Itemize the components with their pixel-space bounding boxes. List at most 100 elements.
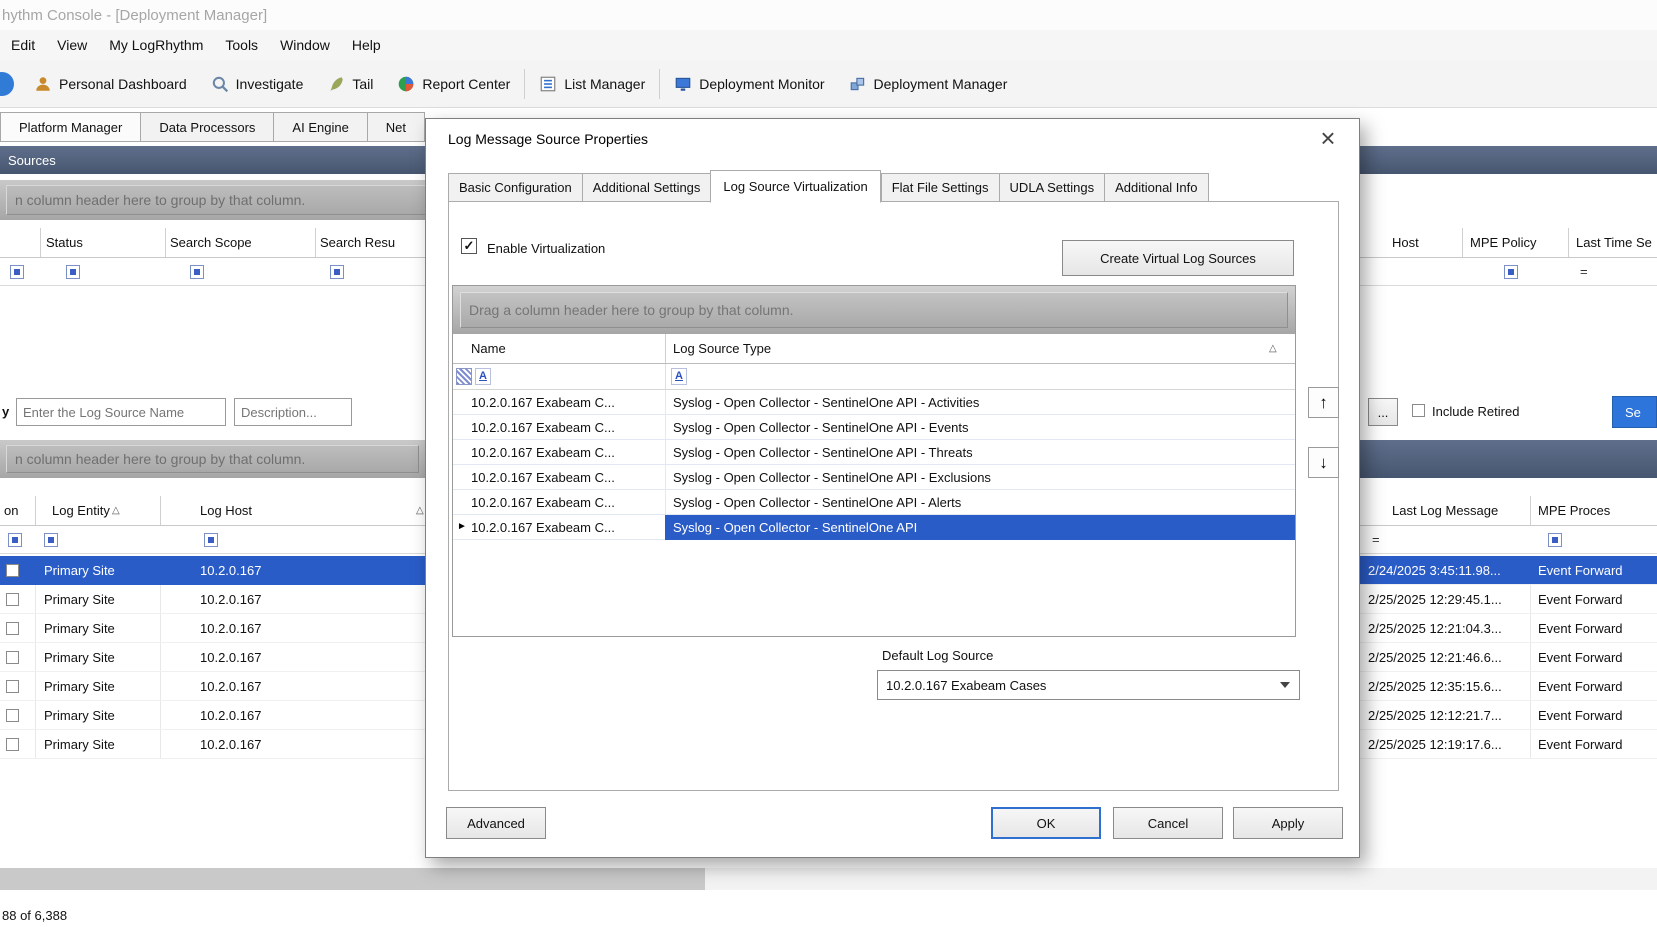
list-manager-button[interactable]: List Manager xyxy=(527,66,657,102)
table-row[interactable]: Primary Site 10.2.0.167 xyxy=(0,585,425,614)
table-row[interactable]: 2/25/2025 12:35:15.6... Event Forward xyxy=(1360,672,1657,701)
text-filter-icon[interactable]: A xyxy=(475,368,491,385)
table-row[interactable]: 2/25/2025 12:21:04.3... Event Forward xyxy=(1360,614,1657,643)
tab-ai-engine[interactable]: AI Engine xyxy=(273,112,366,142)
text-filter-icon[interactable]: A xyxy=(671,368,687,385)
sort-ascending-icon: △ xyxy=(416,505,424,516)
column-header-log-source-type[interactable]: Log Source Type xyxy=(673,341,771,356)
filter-checkbox-icon[interactable] xyxy=(66,265,80,279)
equals-filter-icon[interactable]: = xyxy=(1372,532,1380,547)
column-header-action[interactable]: on xyxy=(4,503,18,518)
column-header-log-host[interactable]: Log Host xyxy=(200,503,252,518)
row-checkbox[interactable] xyxy=(6,680,19,693)
tab-data-processors[interactable]: Data Processors xyxy=(140,112,273,142)
row-checkbox[interactable] xyxy=(6,651,19,664)
table-row[interactable]: 2/25/2025 12:12:21.7... Event Forward xyxy=(1360,701,1657,730)
menu-view[interactable]: View xyxy=(46,30,98,60)
dropdown-button[interactable] xyxy=(1272,672,1298,698)
description-input[interactable] xyxy=(234,398,352,426)
log-source-name-input[interactable] xyxy=(16,398,226,426)
filter-checkbox-icon[interactable] xyxy=(1504,265,1518,279)
column-header-status[interactable]: Status xyxy=(46,235,83,250)
column-header-search-results[interactable]: Search Resu xyxy=(320,235,395,250)
filter-checkbox-icon[interactable] xyxy=(8,533,22,547)
table-row[interactable]: Primary Site 10.2.0.167 xyxy=(0,730,425,759)
tab-flat-file-settings[interactable]: Flat File Settings xyxy=(881,173,999,202)
sort-ascending-icon: △ xyxy=(112,505,120,516)
default-log-source-dropdown[interactable]: 10.2.0.167 Exabeam Cases xyxy=(877,670,1300,700)
tab-log-source-virtualization[interactable]: Log Source Virtualization xyxy=(710,170,880,203)
horizontal-scrollbar-thumb[interactable] xyxy=(0,868,705,890)
virtual-source-row[interactable]: 10.2.0.167 Exabeam C... Syslog - Open Co… xyxy=(453,390,1295,415)
tail-button[interactable]: Tail xyxy=(315,66,385,102)
table-row[interactable]: Primary Site 10.2.0.167 xyxy=(0,614,425,643)
apply-button[interactable]: Apply xyxy=(1233,807,1343,839)
row-checkbox[interactable] xyxy=(6,622,19,635)
column-header-search-scope[interactable]: Search Scope xyxy=(170,235,252,250)
filter-checkbox-icon[interactable] xyxy=(204,533,218,547)
menu-tools[interactable]: Tools xyxy=(214,30,269,60)
filter-checkbox-icon[interactable] xyxy=(330,265,344,279)
row-checkbox[interactable] xyxy=(6,738,19,751)
table-row[interactable]: 2/25/2025 12:19:17.6... Event Forward xyxy=(1360,730,1657,759)
table-row[interactable]: 2/25/2025 12:29:45.1... Event Forward xyxy=(1360,585,1657,614)
tab-additional-settings[interactable]: Additional Settings xyxy=(582,173,711,202)
column-header-name[interactable]: Name xyxy=(471,341,506,356)
tab-additional-info[interactable]: Additional Info xyxy=(1104,173,1208,202)
move-up-button[interactable]: ↑ xyxy=(1308,387,1339,418)
close-icon[interactable]: × xyxy=(1311,121,1345,155)
table-row[interactable]: Primary Site 10.2.0.167 xyxy=(0,643,425,672)
move-down-button[interactable]: ↓ xyxy=(1308,447,1339,478)
filter-checkbox-icon[interactable] xyxy=(10,265,24,279)
virtual-source-row-selected[interactable]: ► 10.2.0.167 Exabeam C... Syslog - Open … xyxy=(453,515,1295,540)
filter-checkbox-icon[interactable] xyxy=(44,533,58,547)
virtual-source-row[interactable]: 10.2.0.167 Exabeam C... Syslog - Open Co… xyxy=(453,465,1295,490)
column-header-last-log-message[interactable]: Last Log Message xyxy=(1392,503,1498,518)
investigate-button[interactable]: Investigate xyxy=(199,66,316,102)
tab-platform-manager[interactable]: Platform Manager xyxy=(0,112,140,142)
row-checkbox[interactable] xyxy=(6,593,19,606)
row-checkbox[interactable] xyxy=(6,564,19,577)
virtual-source-row[interactable]: 10.2.0.167 Exabeam C... Syslog - Open Co… xyxy=(453,440,1295,465)
menu-edit[interactable]: Edit xyxy=(0,30,46,60)
menu-my-logrhythm[interactable]: My LogRhythm xyxy=(98,30,214,60)
table-row[interactable]: 2/24/2025 3:45:11.98... Event Forward xyxy=(1360,556,1657,585)
table-row[interactable]: Primary Site 10.2.0.167 xyxy=(0,556,425,585)
log-entity-cell: Primary Site xyxy=(44,563,115,578)
tab-basic-configuration[interactable]: Basic Configuration xyxy=(448,173,582,202)
group-by-panel-bottom[interactable]: n column header here to group by that co… xyxy=(0,440,425,478)
row-filter-icon[interactable] xyxy=(456,368,472,385)
deployment-monitor-button[interactable]: Deployment Monitor xyxy=(662,66,836,102)
advanced-button[interactable]: Advanced xyxy=(446,807,546,839)
enable-virtualization-checkbox[interactable]: ✓ xyxy=(461,238,477,254)
partial-toolbar-icon[interactable] xyxy=(0,72,14,96)
row-checkbox[interactable] xyxy=(6,709,19,722)
column-header-last-time[interactable]: Last Time Se xyxy=(1576,235,1652,250)
table-row[interactable]: Primary Site 10.2.0.167 xyxy=(0,672,425,701)
deployment-manager-button[interactable]: Deployment Manager xyxy=(837,66,1020,102)
equals-filter-icon[interactable]: = xyxy=(1580,264,1588,279)
tab-udla-settings[interactable]: UDLA Settings xyxy=(999,173,1105,202)
tab-network[interactable]: Net xyxy=(367,112,425,142)
include-retired-checkbox[interactable] xyxy=(1412,404,1425,417)
virtual-source-row[interactable]: 10.2.0.167 Exabeam C... Syslog - Open Co… xyxy=(453,490,1295,515)
cancel-button[interactable]: Cancel xyxy=(1113,807,1223,839)
virtual-source-row[interactable]: 10.2.0.167 Exabeam C... Syslog - Open Co… xyxy=(453,415,1295,440)
column-header-log-entity[interactable]: Log Entity xyxy=(52,503,110,518)
column-header-host[interactable]: Host xyxy=(1392,235,1419,250)
table-row[interactable]: Primary Site 10.2.0.167 xyxy=(0,701,425,730)
report-center-button[interactable]: Report Center xyxy=(385,66,522,102)
column-header-mpe-processing[interactable]: MPE Proces xyxy=(1538,503,1610,518)
filter-checkbox-icon[interactable] xyxy=(1548,533,1562,547)
group-by-panel[interactable]: Drag a column header here to group by th… xyxy=(453,286,1295,334)
table-row[interactable]: 2/25/2025 12:21:46.6... Event Forward xyxy=(1360,643,1657,672)
filter-checkbox-icon[interactable] xyxy=(190,265,204,279)
menu-window[interactable]: Window xyxy=(269,30,341,60)
personal-dashboard-button[interactable]: Personal Dashboard xyxy=(22,66,199,102)
ok-button[interactable]: OK xyxy=(991,807,1101,839)
search-button[interactable]: Se xyxy=(1612,396,1657,428)
create-virtual-log-sources-button[interactable]: Create Virtual Log Sources xyxy=(1062,240,1294,276)
menu-help[interactable]: Help xyxy=(341,30,392,60)
column-header-mpe-policy[interactable]: MPE Policy xyxy=(1470,235,1536,250)
ellipsis-button[interactable]: ... xyxy=(1368,398,1398,426)
